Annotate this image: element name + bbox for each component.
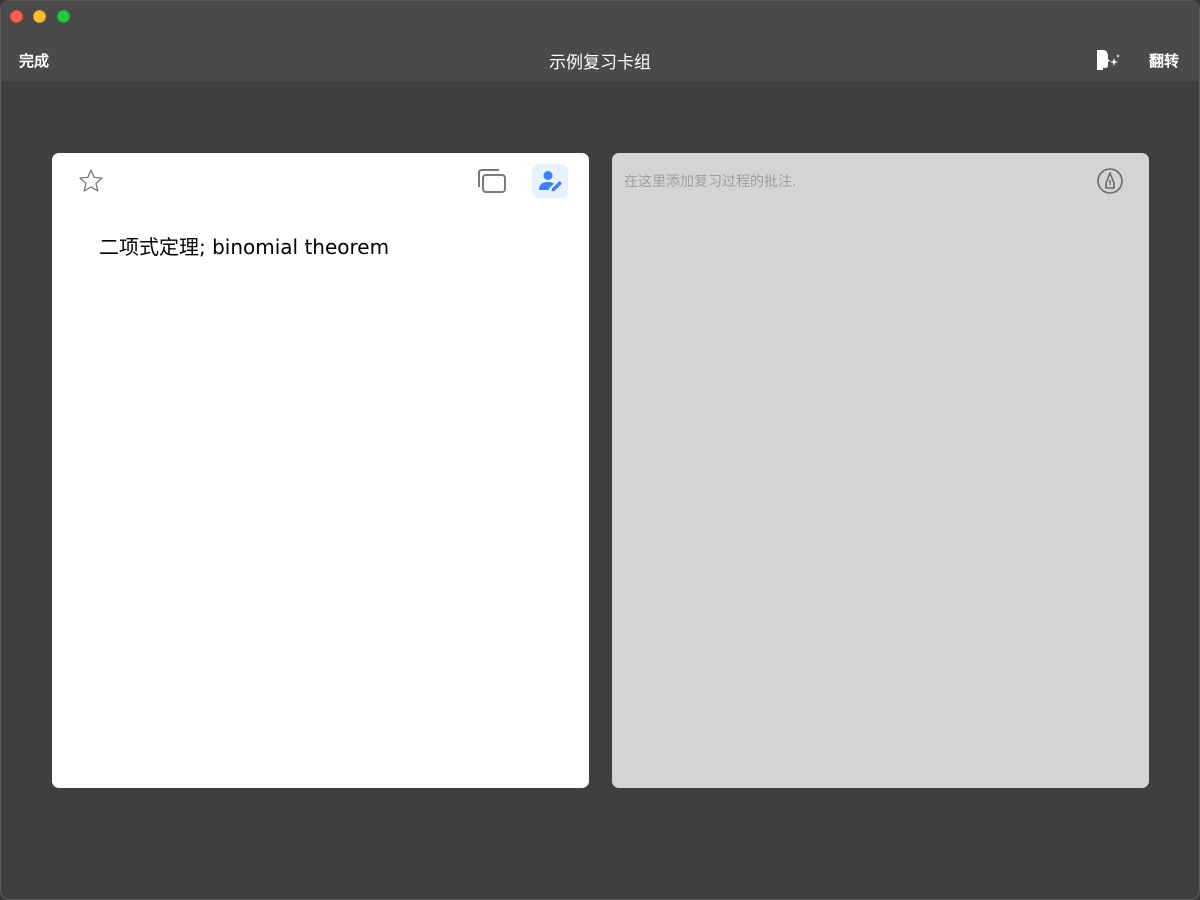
zoom-window-button[interactable] — [57, 10, 70, 23]
star-outline-icon[interactable] — [78, 168, 104, 194]
notes-panel[interactable]: 在这里添加复习过程的批注. — [612, 153, 1149, 788]
close-window-button[interactable] — [10, 10, 23, 23]
card-front-text: 二项式定理; binomial theorem — [99, 235, 390, 259]
person-edit-button[interactable] — [532, 164, 568, 198]
notes-placeholder[interactable]: 在这里添加复习过程的批注. — [624, 171, 796, 191]
pencil-circle-icon[interactable] — [1096, 167, 1124, 195]
person-edit-icon — [539, 171, 562, 192]
card-front: 二项式定理; binomial theorem — [52, 153, 589, 788]
flip-button[interactable]: 翻转 — [1149, 50, 1179, 71]
copy-icon[interactable] — [475, 167, 507, 195]
app-window: 完成 示例复习卡组 翻转 二项式定理; binomial theorem 在这里… — [0, 0, 1200, 900]
window-title: 示例复习卡组 — [549, 53, 651, 73]
minimize-window-button[interactable] — [33, 10, 46, 23]
speech-sparkle-icon[interactable] — [1095, 49, 1121, 71]
title-bar: 完成 示例复习卡组 翻转 — [1, 1, 1199, 83]
